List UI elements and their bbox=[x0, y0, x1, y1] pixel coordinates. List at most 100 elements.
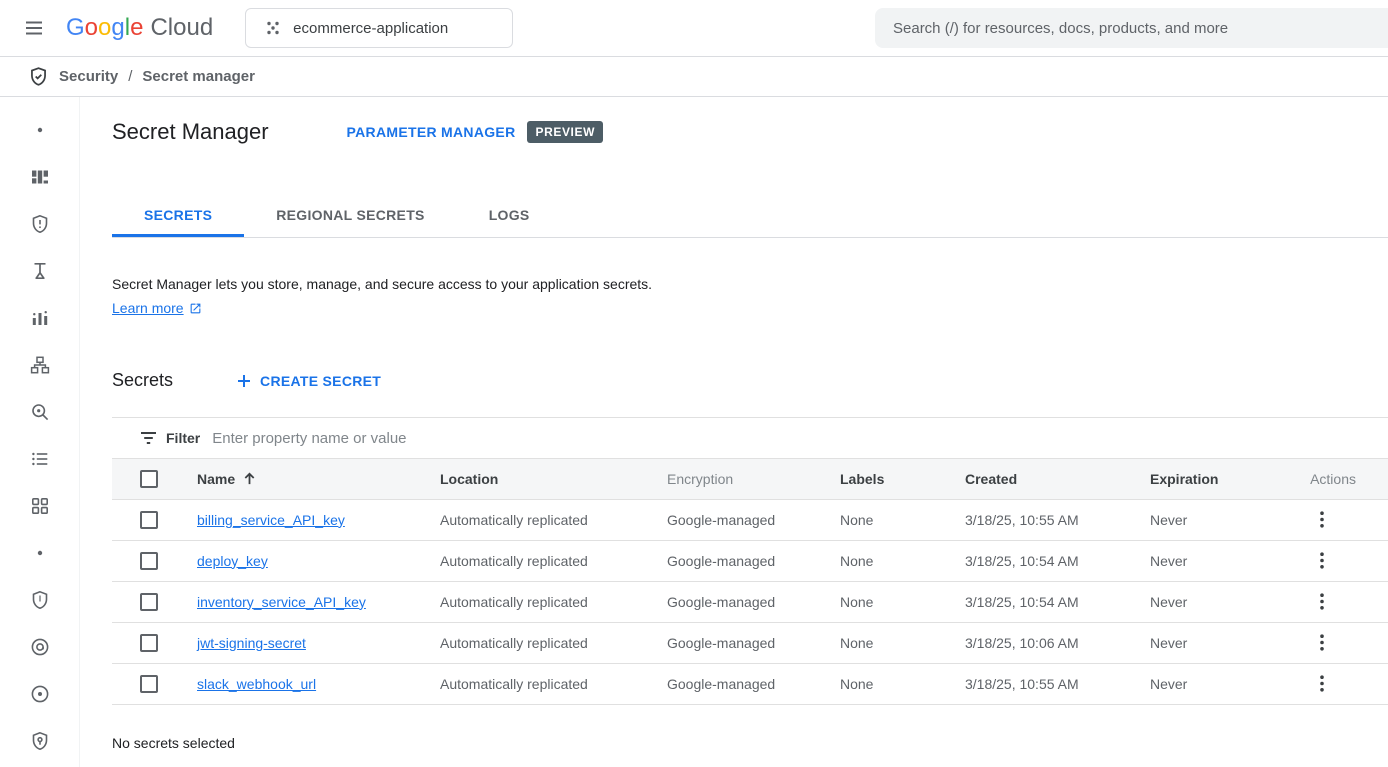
location-cell: Automatically replicated bbox=[440, 499, 667, 540]
expiration-cell: Never bbox=[1150, 581, 1290, 622]
sidebar-item-12[interactable] bbox=[20, 637, 60, 657]
row-checkbox[interactable] bbox=[140, 511, 158, 529]
labels-cell: None bbox=[840, 581, 965, 622]
create-secret-button[interactable]: CREATE SECRET bbox=[237, 373, 381, 389]
created-cell: 3/18/25, 10:54 AM bbox=[965, 540, 1150, 581]
encryption-cell: Google-managed bbox=[667, 540, 840, 581]
labels-cell: None bbox=[840, 540, 965, 581]
sidebar-item-7[interactable] bbox=[20, 402, 60, 422]
encryption-cell: Google-managed bbox=[667, 663, 840, 704]
created-cell: 3/18/25, 10:55 AM bbox=[965, 663, 1150, 704]
dot-icon bbox=[30, 120, 50, 140]
row-checkbox[interactable] bbox=[140, 634, 158, 652]
project-selector[interactable]: ecommerce-application bbox=[245, 8, 513, 48]
apps-grid-icon bbox=[30, 496, 50, 516]
row-actions-button[interactable] bbox=[1306, 627, 1338, 659]
tab-secrets[interactable]: SECRETS bbox=[112, 195, 244, 237]
security-shield-icon bbox=[28, 66, 49, 87]
sidebar-item-5[interactable] bbox=[20, 308, 60, 328]
shield-key-icon bbox=[30, 731, 50, 751]
row-checkbox[interactable] bbox=[140, 593, 158, 611]
sidebar-item-1[interactable] bbox=[20, 120, 60, 140]
google-cloud-logo[interactable]: Google Cloud bbox=[66, 14, 213, 42]
row-actions-button[interactable] bbox=[1306, 668, 1338, 700]
top-app-bar: Google Cloud ecommerce-application bbox=[0, 0, 1388, 57]
project-icon bbox=[264, 19, 282, 37]
location-cell: Automatically replicated bbox=[440, 663, 667, 704]
table-row: inventory_service_API_keyAutomatically r… bbox=[112, 581, 1388, 622]
tab-regional-secrets[interactable]: REGIONAL SECRETS bbox=[244, 195, 456, 237]
filter-icon bbox=[140, 431, 157, 445]
expiration-cell: Never bbox=[1150, 499, 1290, 540]
kebab-menu-icon bbox=[1320, 675, 1324, 692]
breadcrumb-current-page: Secret manager bbox=[142, 68, 255, 85]
secret-name-link[interactable]: slack_webhook_url bbox=[197, 676, 316, 692]
selection-status: No secrets selected bbox=[112, 735, 1388, 751]
breadcrumb-security-link[interactable]: Security bbox=[59, 68, 118, 85]
column-header-actions: Actions bbox=[1290, 459, 1388, 499]
row-checkbox[interactable] bbox=[140, 552, 158, 570]
menu-button[interactable] bbox=[12, 6, 56, 50]
encryption-cell: Google-managed bbox=[667, 499, 840, 540]
secret-name-link[interactable]: billing_service_API_key bbox=[197, 512, 345, 528]
sidebar-item-9[interactable] bbox=[20, 496, 60, 516]
row-actions-button[interactable] bbox=[1306, 545, 1338, 577]
main-content: Secret Manager PARAMETER MANAGER PREVIEW… bbox=[80, 97, 1388, 767]
sidebar-item-14[interactable] bbox=[20, 731, 60, 751]
sidebar-item-11[interactable] bbox=[20, 590, 60, 610]
logo-letter: o bbox=[98, 14, 111, 41]
select-all-checkbox[interactable] bbox=[140, 470, 158, 488]
labels-cell: None bbox=[840, 663, 965, 704]
search-gear-icon bbox=[30, 402, 50, 422]
row-actions-button[interactable] bbox=[1306, 504, 1338, 536]
learn-more-link[interactable]: Learn more bbox=[112, 300, 202, 316]
expiration-cell: Never bbox=[1150, 663, 1290, 704]
labels-cell: None bbox=[840, 499, 965, 540]
external-link-icon bbox=[189, 302, 202, 315]
logo-google-text: Google bbox=[66, 14, 143, 42]
breadcrumb-separator: / bbox=[128, 68, 132, 85]
create-secret-label: CREATE SECRET bbox=[260, 373, 381, 389]
preview-badge: PREVIEW bbox=[527, 121, 603, 143]
sidebar-item-4[interactable] bbox=[20, 261, 60, 281]
location-cell: Automatically replicated bbox=[440, 622, 667, 663]
sidebar-item-2[interactable] bbox=[20, 167, 60, 187]
encryption-cell: Google-managed bbox=[667, 622, 840, 663]
created-cell: 3/18/25, 10:54 AM bbox=[965, 581, 1150, 622]
tab-logs[interactable]: LOGS bbox=[457, 195, 562, 237]
table-header-row: Name Location Encryption Labels Created … bbox=[112, 459, 1388, 499]
sidebar-item-8[interactable] bbox=[20, 449, 60, 469]
sidebar-item-10[interactable] bbox=[20, 543, 60, 563]
row-actions-button[interactable] bbox=[1306, 586, 1338, 618]
column-header-labels: Labels bbox=[840, 459, 965, 499]
target-icon bbox=[30, 684, 50, 704]
sidebar-item-6[interactable] bbox=[20, 355, 60, 375]
hamburger-icon bbox=[25, 19, 43, 37]
kebab-menu-icon bbox=[1320, 552, 1324, 569]
kebab-menu-icon bbox=[1320, 593, 1324, 610]
parameter-manager-link[interactable]: PARAMETER MANAGER bbox=[347, 124, 516, 140]
expiration-cell: Never bbox=[1150, 622, 1290, 663]
column-header-name[interactable]: Name bbox=[197, 471, 440, 487]
org-hierarchy-icon bbox=[30, 355, 50, 375]
column-header-location: Location bbox=[440, 459, 667, 499]
page-description: Secret Manager lets you store, manage, a… bbox=[112, 276, 1388, 292]
sidebar-item-13[interactable] bbox=[20, 684, 60, 704]
secret-name-link[interactable]: inventory_service_API_key bbox=[197, 594, 366, 610]
project-selector-label: ecommerce-application bbox=[293, 20, 448, 37]
filter-label: Filter bbox=[166, 430, 200, 446]
search-input[interactable] bbox=[893, 20, 1370, 37]
column-header-created: Created bbox=[965, 459, 1150, 499]
left-nav-rail bbox=[0, 97, 80, 767]
sidebar-item-3[interactable] bbox=[20, 214, 60, 234]
secret-name-link[interactable]: jwt-signing-secret bbox=[197, 635, 306, 651]
expiration-cell: Never bbox=[1150, 540, 1290, 581]
row-checkbox[interactable] bbox=[140, 675, 158, 693]
filter-input[interactable] bbox=[212, 430, 1388, 447]
secret-name-link[interactable]: deploy_key bbox=[197, 553, 268, 569]
logo-letter: g bbox=[111, 14, 124, 41]
table-row: deploy_keyAutomatically replicatedGoogle… bbox=[112, 540, 1388, 581]
logo-letter: e bbox=[130, 14, 143, 41]
kebab-menu-icon bbox=[1320, 634, 1324, 651]
filter-button[interactable]: Filter bbox=[140, 430, 200, 446]
